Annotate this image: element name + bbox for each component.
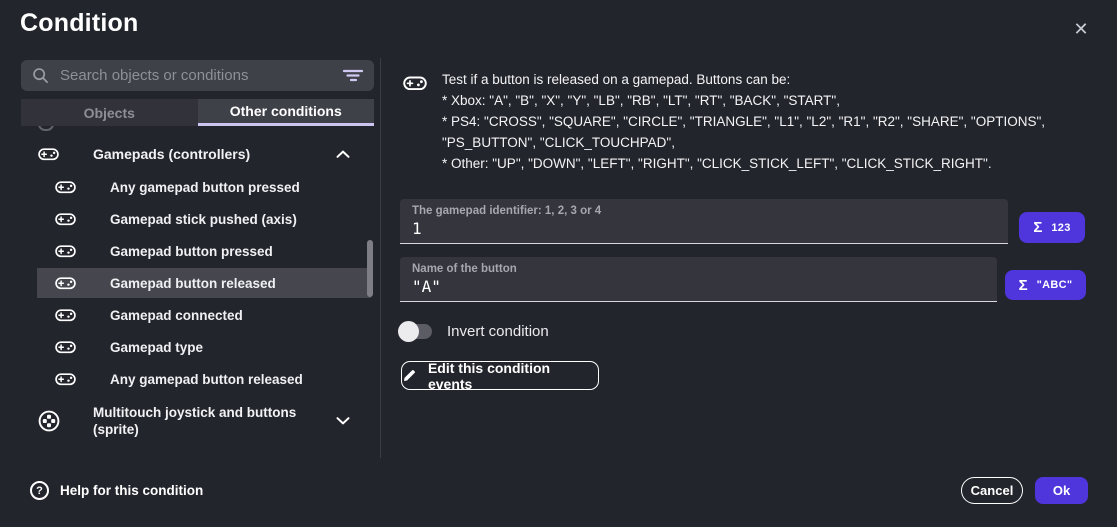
gamepad-icon [403, 74, 427, 174]
sigma-icon: Σ [1033, 220, 1042, 235]
filter-icon[interactable] [343, 69, 363, 82]
number-badge: 123 [1051, 222, 1070, 234]
condition-item-label: Gamepad connected [110, 308, 243, 323]
chevron-down-icon[interactable] [336, 417, 352, 425]
condition-item[interactable]: Gamepad type [37, 332, 371, 362]
string-badge: "ABC" [1037, 279, 1073, 291]
group-label: Multitouch joystick and buttons (sprite) [93, 404, 333, 438]
close-icon[interactable]: ✕ [1068, 16, 1094, 42]
help-label: Help for this condition [60, 483, 203, 498]
group-multitouch[interactable]: Multitouch joystick and buttons (sprite) [21, 398, 371, 444]
gamepad-icon [55, 179, 76, 195]
condition-item-label: Any gamepad button released [110, 372, 303, 387]
page-title: Condition [20, 9, 138, 38]
condition-item-label: Gamepad button released [110, 276, 276, 291]
condition-dialog: Condition ✕ Objects Other conditions [0, 0, 1117, 527]
list-scrollbar-thumb[interactable] [367, 240, 373, 297]
tab-objects[interactable]: Objects [21, 99, 198, 126]
chevron-up-icon[interactable] [336, 150, 352, 158]
gamepad-identifier-field: The gamepad identifier: 1, 2, 3 or 4 [400, 199, 1008, 244]
condition-description: Test if a button is released on a gamepa… [403, 69, 1107, 174]
condition-item-label: Any gamepad button pressed [110, 180, 300, 195]
invert-condition-toggle[interactable]: Invert condition [399, 321, 549, 342]
toggle-label: Invert condition [447, 323, 549, 340]
group-label: Gamepads (controllers) [93, 146, 250, 162]
tab-bar: Objects Other conditions [21, 99, 374, 126]
condition-item-selected[interactable]: Gamepad button released [37, 268, 371, 298]
condition-item[interactable]: Any gamepad button released [37, 364, 371, 394]
conditions-list: Gamepads (controllers) Any gamepad butto… [21, 126, 374, 460]
field-label: The gamepad identifier: 1, 2, 3 or 4 [412, 205, 996, 217]
button-name-input[interactable] [412, 277, 985, 296]
description-text: Test if a button is released on a gamepa… [442, 69, 1107, 174]
gamepad-icon [38, 146, 59, 162]
edit-condition-events-button[interactable]: Edit this condition events [401, 361, 599, 390]
search-bar [21, 60, 374, 91]
help-link[interactable]: ? Help for this condition [30, 481, 203, 500]
gamepad-icon [55, 243, 76, 259]
panel-divider [380, 58, 381, 458]
help-icon: ? [30, 481, 49, 500]
ok-button[interactable]: Ok [1035, 477, 1088, 504]
button-name-field: Name of the button [400, 257, 997, 302]
gamepad-identifier-input[interactable] [412, 219, 996, 238]
field-label: Name of the button [412, 263, 985, 275]
edit-button-label: Edit this condition events [428, 360, 598, 392]
condition-item[interactable]: Gamepad connected [37, 300, 371, 330]
condition-item-label: Gamepad button pressed [110, 244, 273, 259]
toggle-switch[interactable] [399, 324, 432, 339]
search-icon [32, 67, 49, 84]
condition-item-label: Gamepad type [110, 340, 203, 355]
condition-item[interactable]: Gamepad button pressed [37, 236, 371, 266]
gamepad-icon [55, 307, 76, 323]
expression-builder-string-button[interactable]: Σ "ABC" [1005, 270, 1086, 300]
sigma-icon: Σ [1019, 278, 1028, 293]
condition-item-label: Gamepad stick pushed (axis) [110, 212, 297, 227]
toggle-knob [398, 321, 419, 342]
tab-other-conditions[interactable]: Other conditions [198, 99, 375, 126]
multitouch-joystick-icon [38, 410, 60, 432]
gamepad-icon [55, 275, 76, 291]
gamepad-icon [55, 211, 76, 227]
group-gamepads[interactable]: Gamepads (controllers) [21, 140, 371, 168]
condition-item[interactable]: Any gamepad button pressed [37, 172, 371, 202]
gamepad-icon [55, 371, 76, 387]
cancel-button[interactable]: Cancel [961, 477, 1023, 504]
scrolled-item-icon-fragment [38, 126, 54, 131]
gamepad-icon [55, 339, 76, 355]
expression-builder-number-button[interactable]: Σ 123 [1019, 212, 1085, 243]
condition-item[interactable]: Gamepad stick pushed (axis) [37, 204, 371, 234]
search-input[interactable] [58, 66, 334, 85]
pencil-icon [402, 368, 417, 383]
